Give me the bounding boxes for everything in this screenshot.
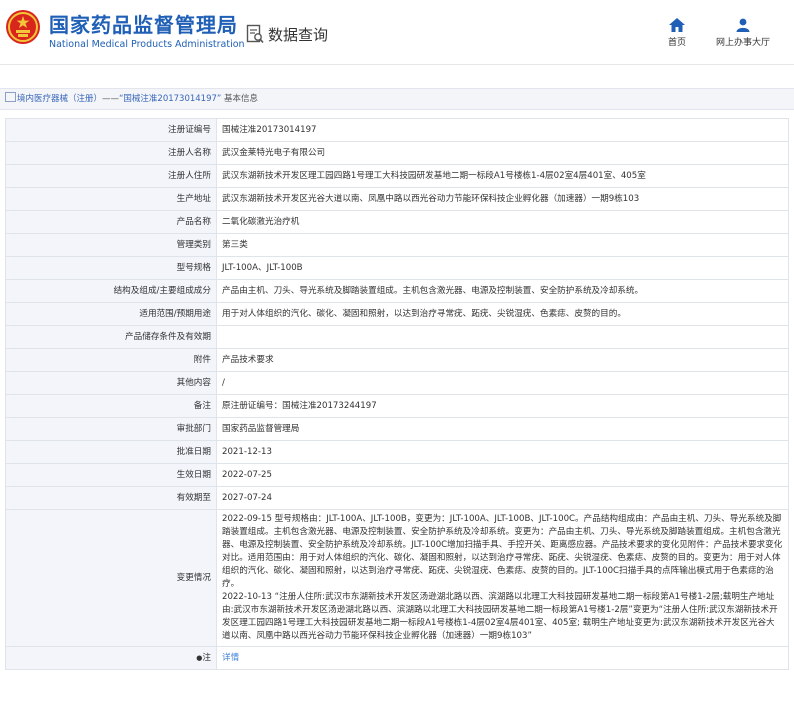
details-link[interactable]: 详情 [222, 653, 239, 663]
query-title: 数据查询 [268, 26, 329, 44]
change-row: 变更情况 2022-09-15 型号规格由：JLT-100A、JLT-100B，… [5, 509, 789, 647]
note-label-text: 注 [202, 652, 211, 663]
row-value: 产品由主机、刀头、导光系统及脚踏装置组成。主机包含激光器、电源及控制装置、安全防… [216, 279, 789, 303]
breadcrumb: 境内医疗器械（注册）——“国械注准20173014197” 基本信息 [0, 88, 794, 110]
header-divider [0, 64, 794, 65]
breadcrumb-record[interactable]: “国械注准20173014197” [119, 94, 221, 104]
site-subtitle: National Medical Products Administration [49, 39, 245, 50]
row-label: 审批部门 [5, 417, 217, 441]
row-value: 2021-12-13 [216, 440, 789, 464]
registration-info-table: 注册证编号 国械注准20173014197 注册人名称 武汉金莱特光电子有限公司 注… [5, 118, 789, 670]
row-value: 产品技术要求 [216, 348, 789, 372]
row-value: 国家药品监督管理局 [216, 417, 789, 441]
row-label: 生产地址 [5, 187, 217, 211]
table-row: 注册人住所 武汉东湖新技术开发区理工园四路1号理工大科技园研发基地二期一标段A1号… [5, 164, 789, 188]
breadcrumb-separator: —— [102, 94, 120, 104]
row-value: / [216, 371, 789, 395]
table-row: 有效期至 2027-07-24 [5, 486, 789, 510]
table-row: 管理类别 第三类 [5, 233, 789, 257]
row-label: 产品储存条件及有效期 [5, 325, 217, 349]
change-history-text: 2022-09-15 型号规格由：JLT-100A、JLT-100B，变更为：J… [216, 509, 789, 647]
row-value: 2027-07-24 [216, 486, 789, 510]
row-value: 武汉东湖新技术开发区光谷大道以南、凤凰中路以西光谷动力节能环保科技企业孵化器（加… [216, 187, 789, 211]
table-row: 型号规格 JLT-100A、JLT-100B [5, 256, 789, 280]
table-row: 生效日期 2022-07-25 [5, 463, 789, 487]
row-label: 生效日期 [5, 463, 217, 487]
breadcrumb-category[interactable]: 境内医疗器械（注册） [17, 94, 102, 104]
table-row: 适用范围/预期用途 用于对人体组织的汽化、碳化、凝固和照射，以达到治疗寻常疣、跖疣… [5, 302, 789, 326]
nav-online-hall[interactable]: 网上办事大厅 [706, 18, 780, 48]
row-label: 适用范围/预期用途 [5, 302, 217, 326]
row-value: 国械注准20173014197 [216, 118, 789, 142]
row-label: 备注 [5, 394, 217, 418]
site-title: 国家药品监督管理局 [49, 13, 238, 37]
row-value: 武汉金莱特光电子有限公司 [216, 141, 789, 165]
row-value: 2022-07-25 [216, 463, 789, 487]
row-value: JLT-100A、JLT-100B [216, 256, 789, 280]
row-value: 用于对人体组织的汽化、碳化、凝固和照射，以达到治疗寻常疣、跖疣、尖锐湿疣、色素痣… [216, 302, 789, 326]
nav-home-label: 首页 [667, 38, 686, 48]
breadcrumb-current: 基本信息 [224, 94, 259, 104]
user-icon [736, 18, 750, 32]
row-value: 第三类 [216, 233, 789, 257]
home-icon [669, 18, 685, 32]
table-row: 其他内容 / [5, 371, 789, 395]
row-label: 管理类别 [5, 233, 217, 257]
row-value: 二氧化碳激光治疗机 [216, 210, 789, 234]
note-row: ●注 详情 [5, 646, 789, 670]
row-label: 注册证编号 [5, 118, 217, 142]
row-label: 注册人名称 [5, 141, 217, 165]
breadcrumb-icon [5, 92, 16, 102]
row-label: 其他内容 [5, 371, 217, 395]
table-row: 产品储存条件及有效期 [5, 325, 789, 349]
table-row: 批准日期 2021-12-13 [5, 440, 789, 464]
row-label: 产品名称 [5, 210, 217, 234]
table-row: 注册证编号 国械注准20173014197 [5, 118, 789, 142]
table-row: 附件 产品技术要求 [5, 348, 789, 372]
table-row: 注册人名称 武汉金莱特光电子有限公司 [5, 141, 789, 165]
table-row: 审批部门 国家药品监督管理局 [5, 417, 789, 441]
row-label: 注册人住所 [5, 164, 217, 188]
row-value: 武汉东湖新技术开发区理工园四路1号理工大科技园研发基地二期一标段A1号楼栋1-4… [216, 164, 789, 188]
table-row: 备注 原注册证编号：国械注准20173244197 [5, 394, 789, 418]
nav-online-hall-label: 网上办事大厅 [715, 38, 770, 48]
row-label: 批准日期 [5, 440, 217, 464]
site-header: 国家药品监督管理局 National Medical Products Admi… [0, 0, 794, 64]
row-label: 附件 [5, 348, 217, 372]
note-label: ●注 [5, 646, 217, 670]
document-search-icon [246, 24, 264, 44]
table-row: 产品名称 二氧化碳激光治疗机 [5, 210, 789, 234]
change-label: 变更情况 [5, 509, 217, 647]
national-emblem-icon [6, 10, 40, 44]
table-row: 生产地址 武汉东湖新技术开发区光谷大道以南、凤凰中路以西光谷动力节能环保科技企业孵… [5, 187, 789, 211]
row-value [216, 325, 789, 349]
row-label: 有效期至 [5, 486, 217, 510]
nav-home[interactable]: 首页 [660, 18, 694, 48]
row-label: 型号规格 [5, 256, 217, 280]
row-label: 结构及组成/主要组成成分 [5, 279, 217, 303]
row-value: 原注册证编号：国械注准20173244197 [216, 394, 789, 418]
table-row: 结构及组成/主要组成成分 产品由主机、刀头、导光系统及脚踏装置组成。主机包含激光器… [5, 279, 789, 303]
note-value: 详情 [216, 646, 789, 670]
